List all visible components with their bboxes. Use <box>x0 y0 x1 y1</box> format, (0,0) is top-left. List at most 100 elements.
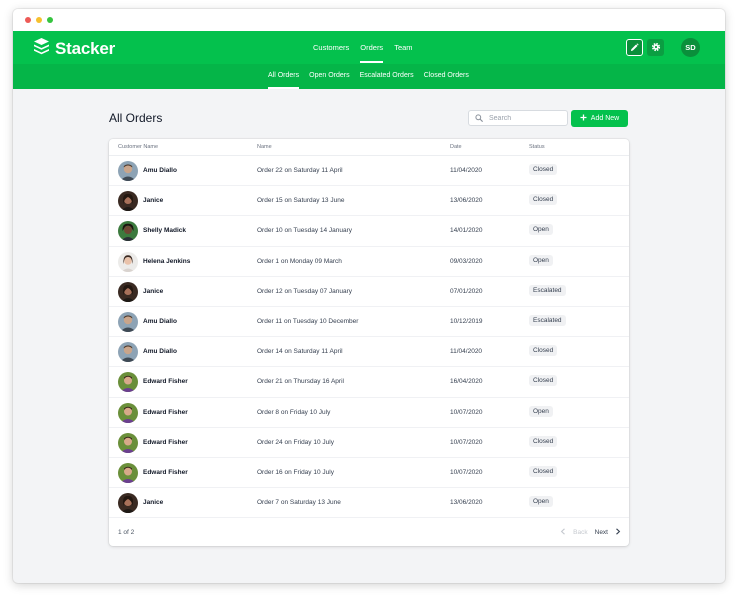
edit-button[interactable] <box>626 39 643 56</box>
app-window: Stacker Customers Orders Team SD All Ord… <box>13 9 725 583</box>
customer-avatar <box>118 281 138 302</box>
user-avatar[interactable]: SD <box>681 38 700 57</box>
table-row[interactable]: Edward Fisher Order 16 on Friday 10 July… <box>109 458 629 489</box>
table-row[interactable]: Edward Fisher Order 24 on Friday 10 July… <box>109 428 629 458</box>
column-header-customer[interactable]: Customer Name <box>118 144 158 150</box>
order-name: Order 22 on Saturday 11 April <box>257 167 343 174</box>
order-date: 13/06/2020 <box>450 499 483 507</box>
search-box[interactable] <box>468 110 568 126</box>
status-badge: Closed <box>529 435 558 447</box>
table-row[interactable]: Janice Order 7 on Saturday 13 June 13/06… <box>109 488 629 519</box>
customer-name: Janice <box>143 197 164 205</box>
order-name: Order 10 on Tuesday 14 January <box>257 227 353 235</box>
table-row[interactable]: Edward Fisher Order 8 on Friday 10 July … <box>109 398 629 428</box>
customer-avatar <box>118 432 138 453</box>
pencil-icon <box>630 39 639 57</box>
main-nav: Customers Orders Team <box>313 31 413 64</box>
order-date: 10/07/2020 <box>450 408 483 416</box>
table-row[interactable]: Amu Diallo Order 11 on Tuesday 10 Decemb… <box>109 307 629 338</box>
table-row[interactable]: Amu Diallo Order 14 on Saturday 11 April… <box>109 337 629 368</box>
status-badge: Closed <box>529 164 558 175</box>
chevron-right-icon[interactable] <box>615 528 621 537</box>
order-date: 16/04/2020 <box>450 378 483 386</box>
back-button[interactable]: Back <box>573 529 587 536</box>
order-date: 13/06/2020 <box>450 197 483 205</box>
nav-orders[interactable]: Orders <box>360 31 383 64</box>
customer-name: Edward Fisher <box>143 438 188 446</box>
chevron-left-icon[interactable] <box>560 528 566 537</box>
status-badge: Escalated <box>529 284 566 296</box>
nav-team[interactable]: Team <box>394 31 412 64</box>
orders-table: Customer Name Name Date Status Amu Diall… <box>109 139 629 546</box>
maximize-window-dot[interactable] <box>47 17 53 23</box>
minimize-window-dot[interactable] <box>36 17 42 23</box>
order-date: 11/04/2020 <box>450 348 483 356</box>
gear-icon <box>651 39 661 57</box>
order-name: Order 7 on Saturday 13 June <box>257 499 341 507</box>
order-name: Order 21 on Thursday 16 April <box>257 378 344 386</box>
table-header: Customer Name Name Date Status <box>109 139 629 156</box>
nav-customers[interactable]: Customers <box>313 31 349 64</box>
tab-open-orders[interactable]: Open Orders <box>309 64 349 89</box>
next-button[interactable]: Next <box>595 529 608 536</box>
page-title: All Orders <box>109 111 163 125</box>
close-window-dot[interactable] <box>25 17 31 23</box>
customer-name: Janice <box>143 287 164 295</box>
tab-escalated-orders[interactable]: Escalated Orders <box>360 64 414 89</box>
status-badge: Escalated <box>529 314 566 326</box>
table-row[interactable]: Shelly Madick Order 10 on Tuesday 14 Jan… <box>109 216 629 247</box>
add-new-label: Add New <box>590 115 620 122</box>
order-date: 10/07/2020 <box>450 438 483 446</box>
customer-avatar <box>118 161 138 181</box>
tab-closed-orders[interactable]: Closed Orders <box>424 64 469 89</box>
stacker-logo-icon <box>33 37 50 60</box>
status-badge: Closed <box>529 345 558 357</box>
customer-avatar <box>118 493 138 514</box>
status-badge: Open <box>529 224 553 236</box>
app-name: Stacker <box>55 38 116 58</box>
order-name: Order 16 on Friday 10 July <box>257 468 334 476</box>
pagination: Back Next <box>560 528 621 537</box>
table-row[interactable]: Edward Fisher Order 21 on Thursday 16 Ap… <box>109 367 629 398</box>
status-badge: Closed <box>529 194 558 206</box>
table-footer: 1 of 2 Back Next <box>109 521 629 546</box>
column-header-date[interactable]: Date <box>450 144 462 150</box>
customer-name: Amu Diallo <box>143 317 177 325</box>
customer-avatar <box>118 221 138 242</box>
table-row[interactable]: Janice Order 15 on Saturday 13 June 13/0… <box>109 186 629 217</box>
sub-navbar: All Orders Open Orders Escalated Orders … <box>13 64 725 89</box>
customer-name: Edward Fisher <box>143 408 188 416</box>
column-header-name[interactable]: Name <box>257 144 272 150</box>
customer-avatar <box>118 191 138 212</box>
search-input[interactable] <box>489 114 559 122</box>
customer-name: Amu Diallo <box>143 167 177 174</box>
order-date: 10/12/2019 <box>450 317 483 325</box>
order-name: Order 15 on Saturday 13 June <box>257 197 345 205</box>
add-new-button[interactable]: Add New <box>571 110 628 127</box>
page-count: 1 of 2 <box>118 529 135 536</box>
order-name: Order 14 on Saturday 11 April <box>257 348 343 356</box>
customer-avatar <box>118 251 138 272</box>
order-name: Order 1 on Monday 09 March <box>257 257 342 265</box>
window-titlebar <box>13 9 725 31</box>
status-badge: Closed <box>529 465 558 477</box>
plus-icon <box>580 114 587 123</box>
settings-button[interactable] <box>647 39 664 56</box>
status-badge: Open <box>529 405 553 417</box>
status-badge: Open <box>529 254 553 266</box>
column-header-status[interactable]: Status <box>529 144 545 150</box>
stacker-logo[interactable]: Stacker <box>33 37 115 60</box>
search-icon <box>475 109 483 127</box>
table-row[interactable]: Janice Order 12 on Tuesday 07 January 07… <box>109 277 629 307</box>
order-name: Order 11 on Tuesday 10 December <box>257 317 359 325</box>
order-date: 14/01/2020 <box>450 227 483 235</box>
status-badge: Open <box>529 496 553 508</box>
customer-avatar <box>118 342 138 363</box>
tab-all-orders[interactable]: All Orders <box>268 64 300 89</box>
customer-name: Janice <box>143 499 164 507</box>
customer-name: Edward Fisher <box>143 378 188 386</box>
table-row[interactable]: Amu Diallo Order 22 on Saturday 11 April… <box>109 156 629 187</box>
order-name: Order 12 on Tuesday 07 January <box>257 287 353 295</box>
table-row[interactable]: Helena Jenkins Order 1 on Monday 09 Marc… <box>109 247 629 277</box>
customer-avatar <box>118 311 138 332</box>
